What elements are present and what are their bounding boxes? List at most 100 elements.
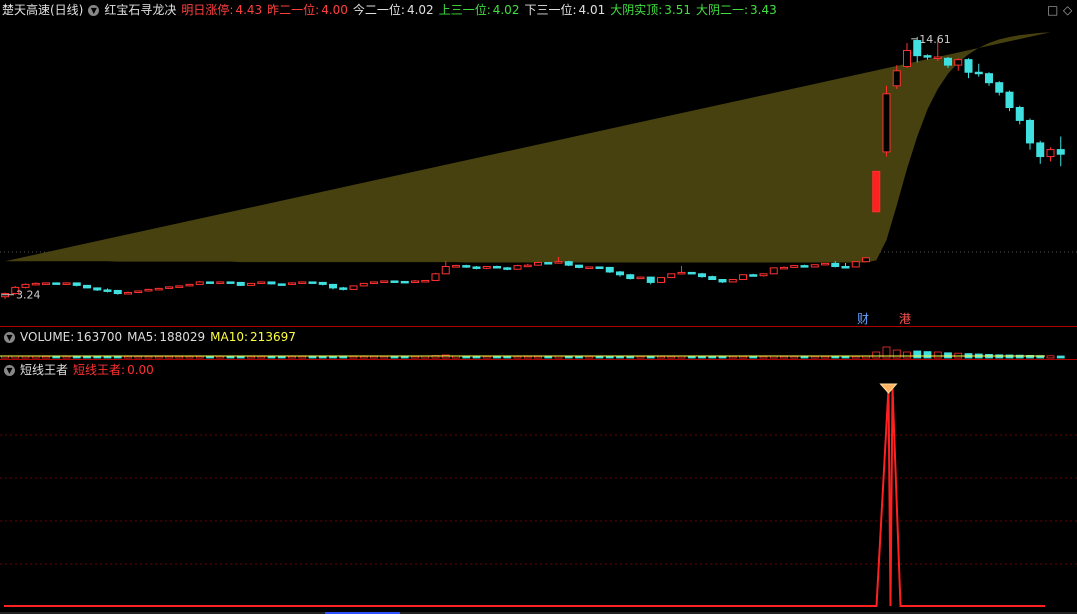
candle: [83, 284, 91, 289]
volume-bar: [93, 355, 102, 359]
candle: [1015, 105, 1024, 125]
indicator-dropdown-icon[interactable]: ▼: [4, 364, 15, 376]
candle-body: [872, 170, 881, 213]
indicator-item-label: 大阴二一:: [695, 3, 749, 17]
low-price-label: 3.24: [16, 289, 41, 302]
indicator-item: 明日涨停: 4.43: [181, 3, 262, 17]
candle-body: [718, 279, 727, 283]
candle: [759, 273, 768, 277]
volume-bar: [523, 355, 532, 359]
candle-body: [195, 281, 204, 285]
candle-body: [257, 281, 266, 284]
ma5-label: MA5:: [127, 330, 158, 344]
candle-body: [370, 281, 378, 284]
volume-bar: [216, 355, 225, 359]
volume-bar: [821, 355, 829, 359]
formula-name[interactable]: 红宝石寻龙决: [104, 0, 176, 20]
candle-body: [626, 274, 635, 280]
candle-body: [810, 264, 819, 268]
candle: [687, 271, 696, 275]
candle: [329, 283, 337, 290]
volume-bar: [585, 355, 594, 359]
candle: [769, 267, 778, 275]
candle: [236, 281, 245, 286]
candle-body: [421, 279, 430, 283]
candle-body: [1046, 149, 1055, 158]
candle-body: [216, 281, 225, 284]
candle: [534, 261, 542, 266]
candle: [841, 262, 850, 269]
candle-body: [185, 283, 194, 287]
candle: [298, 281, 307, 284]
candle: [708, 275, 717, 281]
candle: [93, 287, 102, 291]
candle: [985, 72, 993, 86]
candle-body: [944, 57, 952, 66]
volume-bar: [923, 351, 932, 359]
indicator-item: 上三一位: 4.02: [439, 3, 520, 17]
candle: [52, 282, 61, 285]
candle: [308, 281, 317, 284]
candle: [728, 279, 737, 283]
candle-body: [933, 56, 942, 59]
volume-bar: [933, 351, 942, 359]
volume-bar: [185, 355, 194, 359]
volume-chart[interactable]: [0, 345, 1077, 359]
volume-bar: [605, 355, 614, 359]
indicator-chart[interactable]: [0, 380, 1077, 614]
candle: [482, 266, 491, 270]
volume-bar: [390, 355, 399, 359]
restore-icon[interactable]: □: [1047, 3, 1058, 17]
volume-bar: [103, 355, 112, 359]
candle-body: [851, 261, 860, 268]
candle-body: [964, 59, 973, 73]
main-chart-header: 楚天高速(日线) ▼ 红宝石寻龙决 明日涨停: 4.43 昨二一位: 4.00 今二一位…: [0, 0, 782, 20]
indicator-name[interactable]: 短线王者: [20, 360, 68, 380]
volume-bar: [349, 355, 358, 359]
candle-body: [1056, 149, 1065, 155]
candle-body: [175, 285, 184, 288]
volume-bar: [1046, 355, 1055, 359]
volume-bar: [165, 355, 173, 359]
candle: [513, 264, 522, 270]
candle: [359, 282, 368, 287]
candle-body: [339, 287, 348, 290]
volume-dropdown-icon[interactable]: ▼: [4, 331, 15, 343]
candle: [165, 286, 173, 289]
diamond-icon[interactable]: ◇: [1063, 3, 1072, 17]
indicator-item-value: 4.43: [235, 3, 263, 17]
candle-body: [564, 261, 573, 266]
candle-body: [103, 289, 112, 292]
candle: [206, 281, 214, 284]
candle-body: [1005, 91, 1014, 109]
candle-body: [985, 73, 993, 84]
candle: [431, 272, 440, 281]
volume-bar: [657, 355, 665, 359]
candlestick-chart[interactable]: 14.61 3.24 财 港: [0, 20, 1077, 326]
volume-bar: [534, 355, 542, 359]
candle: [595, 266, 604, 269]
candle: [872, 170, 881, 213]
volume-bar: [411, 355, 419, 359]
indicator-item: 大阴实顶: 3.51: [610, 3, 691, 17]
volume-bar: [800, 355, 809, 359]
candle: [288, 282, 296, 285]
candle-body: [841, 266, 850, 269]
volume-bar: [206, 355, 214, 359]
candle: [657, 277, 665, 283]
formula-dropdown-icon[interactable]: ▼: [88, 4, 100, 16]
candle: [810, 264, 819, 268]
candle: [318, 281, 327, 286]
candle: [21, 283, 30, 289]
indicator-item-label: 上三一位:: [438, 3, 491, 17]
volume-bar: [175, 355, 184, 359]
candle-body: [1026, 119, 1034, 144]
candle-body: [236, 281, 245, 286]
candle-body: [595, 266, 604, 269]
volume-bar: [872, 351, 881, 359]
volume-bar: [247, 355, 255, 359]
candle-body: [31, 282, 40, 286]
candle-body: [831, 262, 840, 268]
candle-body: [575, 264, 583, 268]
candle: [400, 280, 409, 284]
